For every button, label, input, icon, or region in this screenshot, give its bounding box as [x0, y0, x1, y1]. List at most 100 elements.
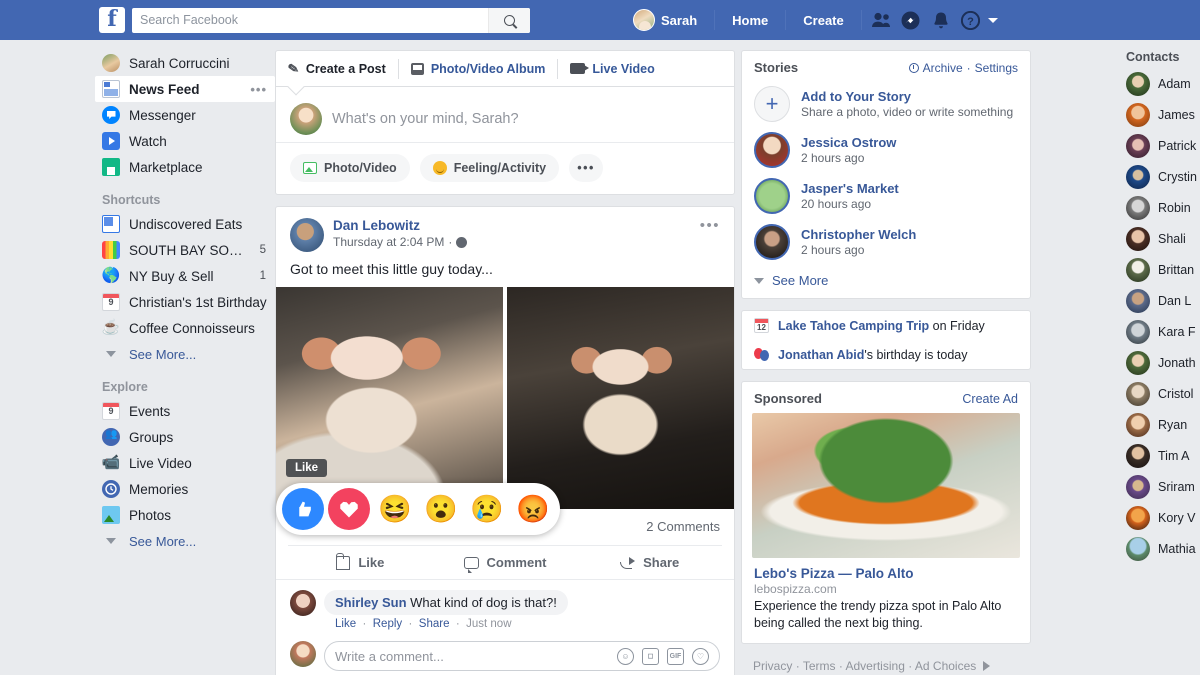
ad-title[interactable]: Lebo's Pizza — Palo Alto — [742, 558, 1030, 581]
help-icon[interactable]: ? — [956, 6, 986, 34]
camera-icon[interactable]: ◻ — [642, 647, 659, 665]
avatar[interactable] — [290, 590, 316, 616]
event-jonathan-abid-birthday[interactable]: Jonathan Abid's birthday is today — [742, 340, 1030, 369]
emoji-icon[interactable]: ☺ — [617, 647, 634, 665]
post-author-name[interactable]: Dan Lebowitz — [333, 218, 467, 233]
stories-archive-link[interactable]: Archive — [923, 61, 963, 75]
sidebar-explore-memories[interactable]: Memories — [95, 476, 275, 502]
sidebar-shortcut-ny-buy-sell[interactable]: 🌎 NY Buy & Sell 1 — [95, 263, 275, 289]
sidebar-explore-events[interactable]: 9 Events — [95, 398, 275, 424]
avatar[interactable] — [290, 218, 324, 252]
facebook-logo-icon[interactable]: f — [99, 7, 125, 33]
post-photo-2[interactable] — [507, 287, 734, 509]
stories-see-more[interactable]: See More — [742, 265, 1030, 298]
contact-item[interactable]: Ryan — [1118, 409, 1200, 440]
footer-advertising-link[interactable]: Advertising — [846, 659, 905, 673]
event-lake-tahoe-camping-trip[interactable]: 12 Lake Tahoe Camping Trip on Friday — [742, 311, 1030, 340]
reaction-angry[interactable]: 😡 — [512, 488, 554, 530]
contact-item[interactable]: Tim A — [1118, 440, 1200, 471]
sidebar-item-watch[interactable]: Watch — [95, 128, 275, 154]
contact-item[interactable]: Cristol — [1118, 378, 1200, 409]
tab-create-a-post[interactable]: ✎ Create a Post — [276, 51, 398, 86]
composer-tabs: ✎ Create a Post Photo/Video Album Live V… — [276, 51, 734, 87]
like-button[interactable]: Like — [288, 546, 433, 579]
comment-input[interactable] — [335, 648, 609, 664]
create-link[interactable]: Create — [790, 6, 856, 34]
sidebar-explore-see-more[interactable]: See More... — [95, 528, 275, 554]
sticker-icon[interactable]: ♡ — [692, 647, 709, 665]
create-ad-link[interactable]: Create Ad — [962, 392, 1018, 406]
reaction-like[interactable] — [282, 488, 324, 530]
sidebar-explore-photos[interactable]: Photos — [95, 502, 275, 528]
sidebar-explore-live-video[interactable]: 📹 Live Video — [95, 450, 275, 476]
sidebar-item-profile[interactable]: Sarah Corruccini — [95, 50, 275, 76]
sidebar-shortcut-undiscovered-eats[interactable]: Undiscovered Eats — [95, 211, 275, 237]
sidebar-explore-groups[interactable]: Groups — [95, 424, 275, 450]
contact-item[interactable]: Jonath — [1118, 347, 1200, 378]
messenger-icon[interactable] — [896, 6, 926, 34]
comment-input-box[interactable]: ☺ ◻ GIF ♡ — [324, 641, 720, 671]
sidebar-shortcut-south-bay-social[interactable]: SOUTH BAY SOCIA... 5 — [95, 237, 275, 263]
contact-item[interactable]: Crystin — [1118, 161, 1200, 192]
contact-item[interactable]: Dan L — [1118, 285, 1200, 316]
comment-reply-link[interactable]: Reply — [373, 618, 402, 630]
composer-placeholder[interactable]: What's on your mind, Sarah? — [332, 111, 519, 127]
stories-settings-link[interactable]: Settings — [975, 61, 1018, 75]
contact-item[interactable]: James — [1118, 99, 1200, 130]
sidebar-shortcuts-see-more[interactable]: See More... — [95, 341, 275, 367]
reaction-haha[interactable]: 😆 — [374, 488, 416, 530]
feeling-activity-button[interactable]: Feeling/Activity — [419, 154, 560, 182]
comment-share-link[interactable]: Share — [419, 618, 450, 630]
reaction-sad[interactable]: 😢 — [466, 488, 508, 530]
comment-author[interactable]: Shirley Sun — [335, 595, 407, 610]
tab-live-video[interactable]: Live Video — [558, 51, 666, 86]
account-dropdown-icon[interactable] — [987, 17, 998, 23]
contact-item[interactable]: Shali — [1118, 223, 1200, 254]
post-menu-icon[interactable]: ••• — [700, 217, 720, 234]
photo-video-button[interactable]: Photo/Video — [290, 154, 410, 182]
contact-item[interactable]: Brittan — [1118, 254, 1200, 285]
contact-item[interactable]: Adam — [1118, 68, 1200, 99]
news-feed-options-icon[interactable]: ••• — [250, 82, 275, 97]
contact-item[interactable]: Mathia — [1118, 533, 1200, 564]
avatar — [633, 9, 655, 31]
composer-input-row[interactable]: What's on your mind, Sarah? — [276, 87, 734, 139]
sidebar-item-messenger[interactable]: Messenger — [95, 102, 275, 128]
composer-action-row: Photo/Video Feeling/Activity ••• — [276, 142, 734, 194]
more-options-button[interactable]: ••• — [569, 154, 604, 182]
share-button[interactable]: Share — [577, 546, 722, 579]
gif-icon[interactable]: GIF — [667, 647, 684, 665]
search-input[interactable] — [132, 8, 488, 32]
comment-button[interactable]: Comment — [433, 546, 578, 579]
story-item-jessica-ostrow[interactable]: Jessica Ostrow 2 hours ago — [742, 127, 1030, 173]
contact-item[interactable]: Kory V — [1118, 502, 1200, 533]
like-tooltip: Like — [286, 459, 328, 477]
sidebar-item-marketplace[interactable]: Marketplace — [95, 154, 275, 180]
sidebar-shortcut-christians-birthday[interactable]: 9 Christian's 1st Birthday — [95, 289, 275, 315]
contact-item[interactable]: Kara F — [1118, 316, 1200, 347]
footer-terms-link[interactable]: Terms — [803, 659, 836, 673]
add-to-your-story[interactable]: + Add to Your Story Share a photo, video… — [742, 81, 1030, 127]
footer-privacy-link[interactable]: Privacy — [753, 659, 792, 673]
profile-link[interactable]: Sarah — [620, 6, 710, 34]
reaction-love[interactable] — [328, 488, 370, 530]
story-item-jaspers-market[interactable]: Jasper's Market 20 hours ago — [742, 173, 1030, 219]
search-button[interactable] — [488, 7, 530, 33]
tab-photo-video-album[interactable]: Photo/Video Album — [399, 51, 558, 86]
post-timestamp[interactable]: Thursday at 2:04 PM — [333, 235, 444, 249]
contact-item[interactable]: Patrick — [1118, 130, 1200, 161]
search-bar[interactable] — [132, 7, 530, 33]
notifications-icon[interactable] — [926, 6, 956, 34]
sidebar-item-news-feed[interactable]: News Feed ••• — [95, 76, 275, 102]
sidebar-shortcut-coffee-connoisseurs[interactable]: ☕ Coffee Connoisseurs — [95, 315, 275, 341]
home-link[interactable]: Home — [719, 6, 781, 34]
comment-like-link[interactable]: Like — [335, 618, 356, 630]
story-item-christopher-welch[interactable]: Christopher Welch 2 hours ago — [742, 219, 1030, 265]
friend-requests-icon[interactable] — [866, 6, 896, 34]
ad-image[interactable] — [752, 413, 1020, 558]
contact-item[interactable]: Robin — [1118, 192, 1200, 223]
contact-item[interactable]: Sriram — [1118, 471, 1200, 502]
comments-count[interactable]: 2 Comments — [646, 519, 720, 536]
reaction-wow[interactable]: 😮 — [420, 488, 462, 530]
footer-ad-choices-link[interactable]: Ad Choices — [915, 659, 976, 673]
